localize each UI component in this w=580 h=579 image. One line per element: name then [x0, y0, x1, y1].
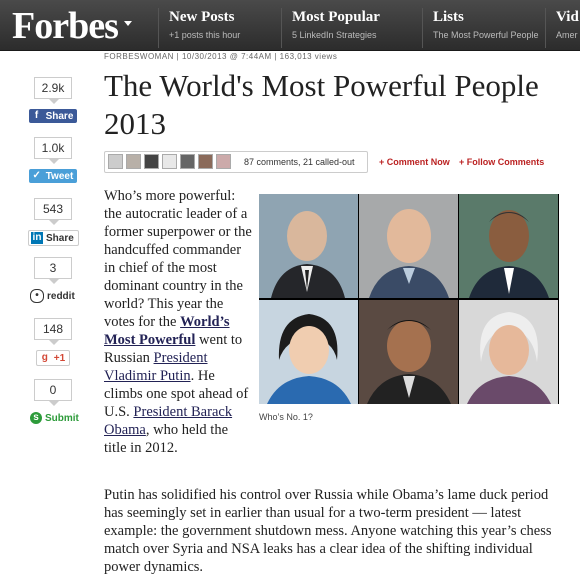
portrait-bezos [359, 194, 458, 298]
plus-one-button[interactable]: g +1 [35, 350, 71, 366]
avatar[interactable] [198, 154, 213, 169]
reddit-button[interactable]: • reddit [28, 289, 79, 303]
article-title: The World's Most Powerful People 2013 [104, 68, 539, 141]
portrait-park-geun-hye [259, 300, 358, 404]
top-nav-bar: Forbes New Posts +1 posts this hour Most… [0, 0, 580, 51]
follow-comments-button[interactable]: + Follow Comments [459, 152, 544, 172]
article-meta: FORBESWOMAN | 10/30/2013 @ 7:44AM | 163,… [104, 52, 338, 61]
share-linkedin: 543 in Share [28, 198, 79, 246]
portrait-putin [259, 194, 358, 298]
avatar[interactable] [162, 154, 177, 169]
comment-callout-box[interactable]: 87 comments, 21 called-out [104, 151, 368, 173]
share-count: 1.0k [34, 137, 72, 164]
avatar[interactable] [144, 154, 159, 169]
nav-subtitle: The Most Powerful People [433, 30, 539, 40]
share-stumbleupon: 0 s Submit [28, 379, 79, 425]
stumbleupon-submit-button[interactable]: s Submit [28, 411, 83, 425]
facebook-share-button[interactable]: f Share [28, 109, 78, 123]
nav-most-popular[interactable]: Most Popular 5 LinkedIn Strategies [281, 8, 380, 48]
image-caption: Who’s No. 1? [259, 412, 313, 422]
avatar[interactable] [180, 154, 195, 169]
avatar[interactable] [108, 154, 123, 169]
share-facebook: 2.9k f Share [28, 77, 78, 123]
avatar[interactable] [126, 154, 141, 169]
twitter-icon: ✓ [32, 170, 41, 181]
portrait-mukesh-ambani [359, 300, 458, 404]
portrait-obama [459, 194, 558, 298]
share-count: 148 [34, 318, 72, 345]
share-twitter: 1.0k ✓ Tweet [28, 137, 78, 183]
portrait-christine-lagarde [459, 300, 558, 404]
share-reddit: 3 • reddit [28, 257, 78, 303]
featured-image[interactable] [259, 194, 559, 404]
comment-now-button[interactable]: + Comment Now [379, 152, 450, 172]
nav-title: Lists [433, 9, 464, 25]
avatar[interactable] [216, 154, 231, 169]
nav-title: Vid [556, 9, 579, 25]
nav-subtitle: Amer [556, 30, 578, 40]
facebook-icon: f [34, 110, 39, 121]
share-count: 3 [34, 257, 72, 284]
article-intro: Who’s more powerful: the autocratic lead… [104, 188, 252, 456]
share-googleplus: 148 g +1 [28, 318, 78, 366]
tweet-button[interactable]: ✓ Tweet [28, 169, 78, 183]
reddit-icon: • [30, 289, 44, 303]
nav-lists[interactable]: Lists The Most Powerful People [422, 8, 539, 48]
share-count: 543 [34, 198, 72, 225]
linkedin-share-button[interactable]: in Share [28, 230, 79, 246]
forbes-logo[interactable]: Forbes [12, 4, 119, 48]
share-count: 2.9k [34, 77, 72, 104]
nav-video[interactable]: Vid Amer [545, 8, 579, 48]
nav-new-posts[interactable]: New Posts +1 posts this hour [158, 8, 240, 48]
chevron-down-icon[interactable] [124, 21, 132, 26]
nav-title: New Posts [169, 9, 235, 25]
article-paragraph: Putin has solidified his control over Ru… [104, 487, 552, 575]
nav-subtitle: +1 posts this hour [169, 30, 241, 40]
google-plus-icon: g [41, 352, 48, 363]
comment-count[interactable]: 87 comments, 21 called-out [244, 152, 355, 172]
nav-title: Most Popular [292, 9, 380, 25]
stumbleupon-icon: s [30, 412, 42, 424]
share-count: 0 [34, 379, 72, 406]
nav-subtitle: 5 LinkedIn Strategies [292, 30, 377, 40]
linkedin-icon: in [31, 232, 43, 244]
